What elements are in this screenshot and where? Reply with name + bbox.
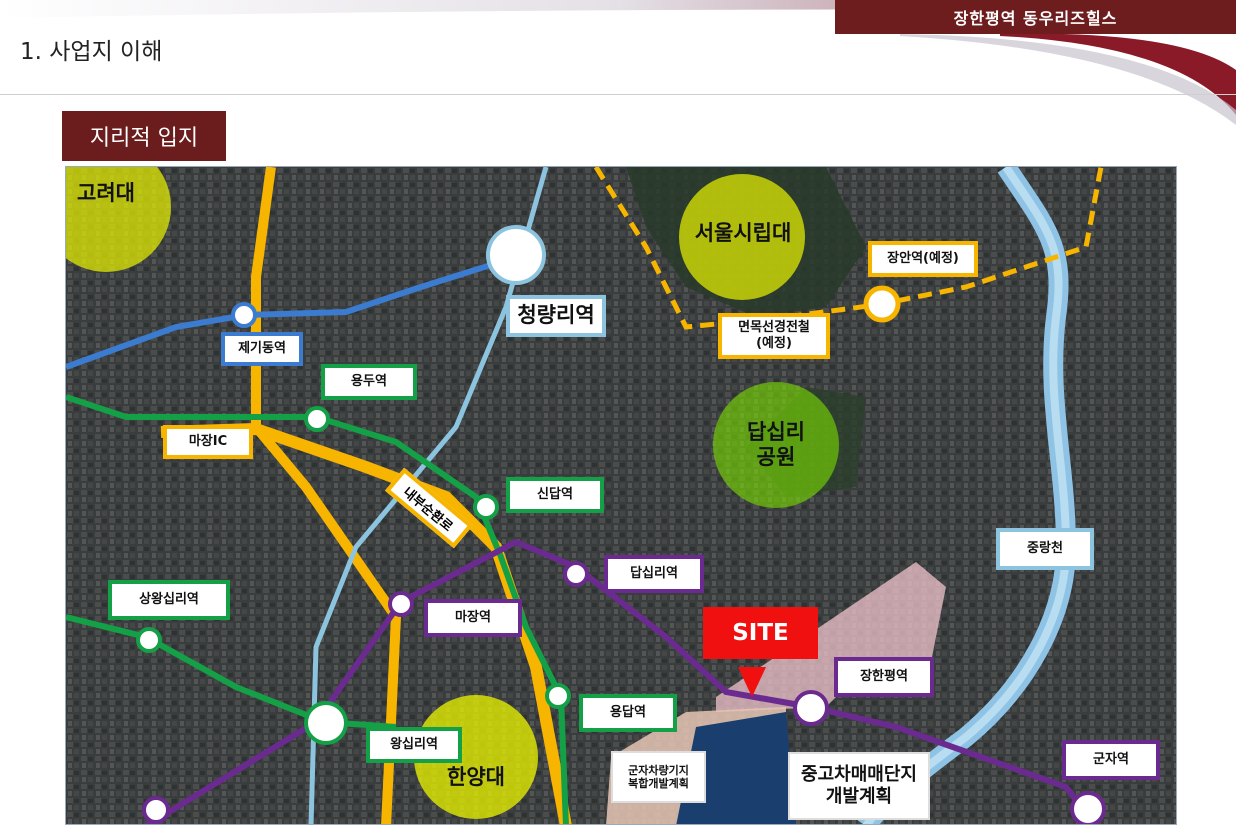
station-label-cheongnyangni: 청량리역 <box>506 295 606 337</box>
project-name-tab: 장한평역 동우리즈힐스 <box>835 0 1236 34</box>
janghanpyeong-dot <box>793 690 829 726</box>
jungnangcheon-label: 중랑천 <box>996 528 1094 570</box>
wangsimni-left-dot <box>142 796 170 824</box>
gunja-dot <box>1070 791 1106 824</box>
korea-univ-label: 고려대 <box>77 181 135 206</box>
depot-development-label: 군자차량기지 복합개발계획 <box>611 751 706 803</box>
majang-dot <box>388 591 414 617</box>
cheongnyangni-dot <box>486 225 546 285</box>
wangsimni-dot <box>304 701 348 745</box>
hanyang-univ-label: 한양대 <box>447 765 505 790</box>
used-car-development-label: 중고차매매단지 개발계획 <box>788 752 930 820</box>
station-label-majang: 마장역 <box>424 599 522 637</box>
station-label-yongdu: 용두역 <box>321 364 417 400</box>
station-label-sindap: 신답역 <box>506 477 604 513</box>
site-label: SITE <box>703 607 818 659</box>
jegi-dot <box>231 302 257 328</box>
sangwangsimni-dot <box>136 627 162 653</box>
yongdap-dot <box>545 683 571 709</box>
section-title: 1. 사업지 이해 <box>20 39 163 65</box>
divider <box>0 94 1236 95</box>
station-label-jegi: 제기동역 <box>221 332 303 366</box>
jangan-dot <box>863 285 901 323</box>
sindap-dot <box>473 494 499 520</box>
univ-seoul-label: 서울시립대 <box>694 221 792 246</box>
station-label-gunja: 군자역 <box>1062 740 1160 780</box>
dapsimni-dot <box>563 561 589 587</box>
station-label-sangwangsimni: 상왕십리역 <box>108 580 230 620</box>
yongdu-dot <box>304 406 330 432</box>
station-label-yongdap: 용답역 <box>579 694 677 732</box>
station-label-dapsimni: 답십리역 <box>604 555 704 593</box>
location-map: 고려대 서울시립대 답십리 공원 한양대 청량리역 제기동역 용두역 마장IC … <box>65 166 1177 825</box>
station-label-janghanpyeong: 장한평역 <box>834 657 934 697</box>
myeonmok-line-label: 면목선경전철 (예정) <box>718 313 830 359</box>
subsection-title: 지리적 입지 <box>62 111 226 161</box>
station-label-jangan: 장안역(예정) <box>868 241 978 277</box>
label-majang-ic: 마장IC <box>163 425 253 459</box>
dapsimni-park-label: 답십리 공원 <box>747 419 805 469</box>
station-label-wangsimni: 왕십리역 <box>366 727 462 763</box>
